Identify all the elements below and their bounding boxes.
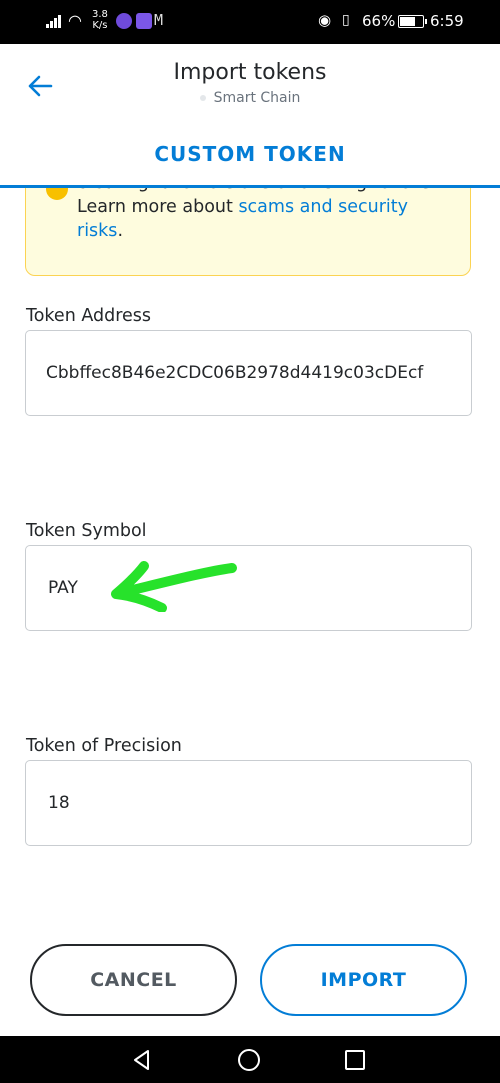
token-precision-label: Token of Precision — [26, 736, 182, 756]
warning-text: creating fake versions of existing token… — [77, 188, 436, 241]
signal-icon — [46, 14, 64, 28]
home-nav-icon[interactable] — [237, 1048, 261, 1072]
warning-banner: creating fake versions of existing token… — [25, 188, 471, 276]
token-precision-value: 18 — [48, 793, 70, 813]
wifi-icon: ◠ — [68, 11, 82, 30]
battery-icon — [398, 15, 424, 28]
back-nav-icon[interactable] — [130, 1048, 154, 1072]
page-title: Import tokens — [173, 60, 327, 85]
battery-percent: 66% — [362, 12, 396, 30]
token-address-label: Token Address — [26, 306, 152, 326]
network-speed: 3.8 K/s — [92, 9, 108, 31]
token-address-value: Cbbffec8B46e2CDC06B2978d4419c03cDEcf — [46, 363, 424, 383]
network-dot-icon — [199, 95, 206, 101]
tab-custom-token[interactable]: CUSTOM TOKEN — [0, 142, 500, 166]
annotation-arrow-icon — [111, 561, 237, 612]
navigation-bar — [0, 1036, 500, 1083]
gmail-icon: M — [154, 11, 164, 29]
recents-nav-icon[interactable] — [343, 1048, 367, 1072]
app-notification-icon — [136, 13, 152, 29]
token-precision-field[interactable]: 18 — [25, 760, 472, 846]
network-name: Smart Chain — [213, 90, 301, 106]
clock: 6:59 — [430, 12, 464, 30]
warning-icon — [46, 188, 68, 200]
scroll-content[interactable]: creating fake versions of existing token… — [0, 188, 500, 1036]
token-address-field[interactable]: Cbbffec8B46e2CDC06B2978d4419c03cDEcf — [25, 330, 472, 416]
import-button[interactable]: IMPORT — [260, 944, 467, 1016]
token-symbol-field[interactable]: PAY — [25, 545, 472, 631]
token-symbol-label: Token Symbol — [26, 521, 147, 541]
token-symbol-value: PAY — [48, 578, 78, 598]
vibrate-icon: ▯ — [342, 12, 350, 28]
status-bar: ◠ 3.8 K/s M ◉ ▯ 66% 6:59 — [0, 0, 500, 44]
eye-comfort-icon: ◉ — [318, 11, 332, 29]
app-notification-icon — [116, 13, 132, 29]
cancel-button[interactable]: CANCEL — [30, 944, 237, 1016]
network-indicator: Smart Chain — [0, 90, 500, 106]
